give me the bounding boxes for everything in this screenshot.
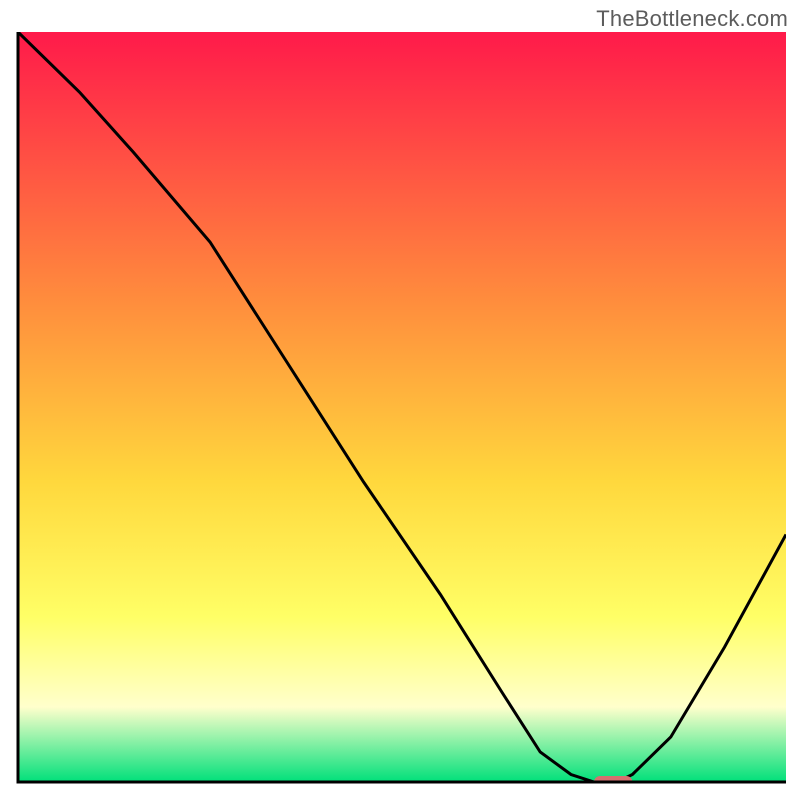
watermark-text: TheBottleneck.com	[596, 6, 788, 32]
chart-container: { "watermark": "TheBottleneck.com", "col…	[0, 0, 800, 800]
bottleneck-plot	[0, 0, 800, 800]
gradient-background	[18, 32, 786, 782]
